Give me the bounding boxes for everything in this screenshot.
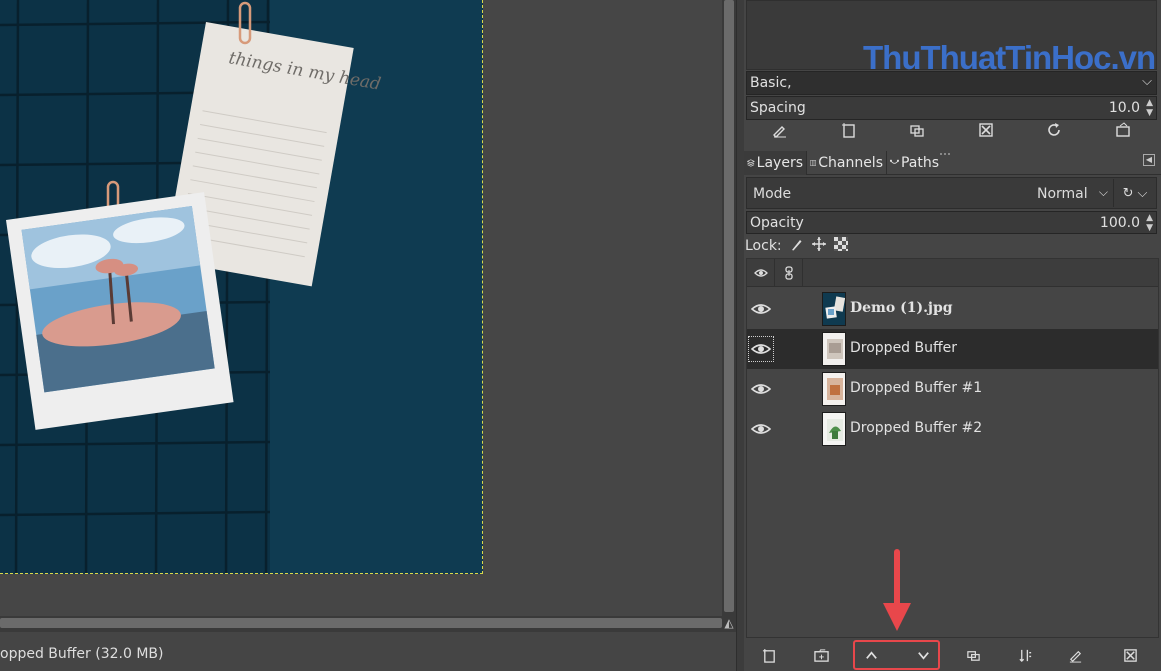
- status-text: opped Buffer (32.0 MB): [0, 646, 164, 662]
- layer-row[interactable]: Dropped Buffer: [747, 329, 1158, 369]
- layer-row[interactable]: Dropped Buffer #1: [747, 369, 1158, 409]
- eye-icon[interactable]: [748, 336, 774, 362]
- brush-preset-select[interactable]: Basic, ⌵: [746, 71, 1157, 95]
- edit-brush-icon[interactable]: [769, 119, 791, 141]
- layer-thumbnail: [822, 292, 846, 326]
- layer-row[interactable]: Demo (1).jpg: [747, 289, 1158, 329]
- horizontal-scroll-thumb[interactable]: [0, 618, 722, 628]
- spin-arrows-icon[interactable]: ▲ ▼: [1146, 98, 1153, 118]
- brush-preset-value: Basic,: [750, 75, 792, 91]
- lock-position-icon[interactable]: [811, 237, 826, 255]
- vertical-scroll-thumb[interactable]: [724, 0, 734, 612]
- brush-preview-area[interactable]: ThuThuatTinHoc.vn: [746, 0, 1157, 76]
- chevron-down-icon: ⌵: [1142, 74, 1152, 89]
- spacing-value: 10.0: [1108, 100, 1140, 116]
- layers-icon: [747, 159, 755, 167]
- annotation-arrow-icon: [883, 549, 911, 631]
- opacity-label: Opacity: [750, 215, 804, 231]
- duplicate-brush-icon[interactable]: [906, 119, 928, 141]
- delete-layer-icon[interactable]: [1119, 644, 1141, 666]
- opacity-field[interactable]: Opacity 100.0 ▲ ▼: [746, 211, 1157, 234]
- chain-column-header[interactable]: [775, 259, 803, 287]
- tab-layers-label: Layers: [756, 155, 803, 171]
- delete-brush-icon[interactable]: [975, 119, 997, 141]
- tab-paths[interactable]: Paths: [886, 151, 942, 175]
- mode-select[interactable]: Normal ⌵: [1037, 179, 1112, 207]
- eye-icon: [753, 269, 768, 277]
- eye-icon[interactable]: [748, 376, 774, 402]
- lock-pixels-icon[interactable]: [790, 237, 804, 255]
- anchor-layer-icon[interactable]: [1014, 644, 1036, 666]
- layer-thumbnail: [822, 332, 846, 366]
- new-layer-icon[interactable]: [758, 644, 780, 666]
- pane-divider[interactable]: [736, 0, 744, 671]
- canvas-area[interactable]: things in my head: [0, 0, 722, 616]
- chevron-down-icon: ⌵: [1137, 185, 1148, 201]
- layer-actions-bar: [744, 640, 1161, 671]
- highlight-box: [853, 640, 940, 670]
- eye-icon[interactable]: [748, 416, 774, 442]
- canvas-image: things in my head: [0, 0, 482, 573]
- layer-name[interactable]: Dropped Buffer #2: [850, 420, 982, 436]
- eye-icon[interactable]: [748, 296, 774, 322]
- image-canvas[interactable]: things in my head: [0, 0, 483, 574]
- layer-list[interactable]: Demo (1).jpg Dropped Buffer Dropped Buff…: [746, 258, 1159, 638]
- chain-icon: [784, 266, 793, 280]
- lock-row: Lock:: [745, 236, 848, 256]
- status-bar: opped Buffer (32.0 MB): [0, 631, 736, 671]
- layer-name[interactable]: Dropped Buffer: [850, 340, 957, 356]
- layer-name[interactable]: Dropped Buffer #1: [850, 380, 982, 396]
- layer-row[interactable]: Dropped Buffer #2: [747, 409, 1158, 449]
- spacing-label: Spacing: [750, 100, 806, 116]
- merge-down-icon[interactable]: [1064, 644, 1086, 666]
- spin-arrows-icon[interactable]: ▲ ▼: [1146, 213, 1153, 233]
- horizontal-scrollbar[interactable]: [0, 616, 722, 631]
- open-brush-folder-icon[interactable]: [1112, 119, 1134, 141]
- spacing-field[interactable]: Spacing 10.0 ▲ ▼: [746, 96, 1157, 120]
- reset-mode-icon: ↻: [1122, 185, 1134, 201]
- layer-thumbnail: [822, 412, 846, 446]
- layer-thumbnail: [822, 372, 846, 406]
- mode-row: Mode Normal ⌵ ↻ ⌵: [746, 177, 1157, 209]
- new-layer-group-icon[interactable]: [810, 644, 832, 666]
- brush-actions-row: [746, 118, 1157, 142]
- visibility-column-header[interactable]: [747, 259, 775, 287]
- dock-tabs: Layers Channels Paths ◀: [744, 149, 1161, 175]
- layer-name[interactable]: Demo (1).jpg: [850, 300, 953, 316]
- refresh-brushes-icon[interactable]: [1043, 119, 1065, 141]
- vertical-scrollbar[interactable]: [722, 0, 736, 616]
- channels-icon: [810, 160, 816, 166]
- tab-layers[interactable]: Layers: [744, 151, 806, 175]
- layer-list-header: [747, 259, 1158, 287]
- opacity-value: 100.0: [1099, 215, 1140, 231]
- mode-value: Normal: [1037, 186, 1088, 202]
- mode-label: Mode: [753, 186, 792, 202]
- new-brush-icon[interactable]: [838, 119, 860, 141]
- blend-space-button[interactable]: ↻ ⌵: [1113, 179, 1156, 207]
- lock-alpha-icon[interactable]: [833, 237, 848, 255]
- dock-grip-handle[interactable]: [940, 143, 960, 155]
- chevron-down-icon: ⌵: [1098, 185, 1108, 199]
- right-dock: ThuThuatTinHoc.vn Basic, ⌵ Spacing 10.0 …: [744, 0, 1161, 671]
- tab-channels[interactable]: Channels: [806, 151, 886, 175]
- navigate-icon[interactable]: ◭: [722, 616, 736, 631]
- tab-channels-label: Channels: [818, 155, 883, 171]
- duplicate-layer-icon[interactable]: [962, 644, 984, 666]
- paths-icon: [890, 159, 899, 164]
- lock-label: Lock:: [745, 238, 782, 254]
- tab-paths-label: Paths: [900, 155, 939, 171]
- tab-menu-icon[interactable]: ◀: [1143, 154, 1155, 166]
